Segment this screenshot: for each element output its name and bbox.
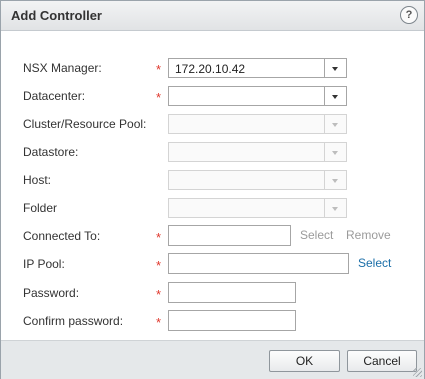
chevron-down-icon[interactable]: [324, 59, 346, 77]
ip-pool-label: IP Pool:: [23, 257, 65, 271]
add-controller-dialog: Add Controller ? NSX Manager: * 172.20.1…: [0, 0, 425, 379]
nsx-manager-value: 172.20.10.42: [175, 62, 246, 76]
password-field[interactable]: [168, 282, 296, 303]
chevron-down-icon: [324, 199, 346, 217]
help-icon[interactable]: ?: [400, 6, 418, 24]
required-marker: *: [156, 62, 162, 77]
datacenter-select[interactable]: [168, 86, 347, 106]
chevron-down-icon: [324, 115, 346, 133]
required-marker: *: [156, 90, 162, 105]
ok-button[interactable]: OK: [269, 350, 340, 372]
confirm-password-field[interactable]: [168, 310, 296, 331]
password-label: Password:: [23, 286, 80, 300]
dialog-title: Add Controller: [11, 8, 102, 23]
required-marker: *: [156, 258, 162, 273]
chevron-down-icon: [324, 171, 346, 189]
nsx-manager-select[interactable]: 172.20.10.42: [168, 58, 347, 78]
ip-pool-select-link[interactable]: Select: [358, 256, 391, 270]
datastore-select: [168, 142, 347, 162]
connected-to-field[interactable]: [168, 225, 291, 246]
cluster-resource-pool-label: Cluster/Resource Pool:: [23, 117, 147, 131]
resize-grip-icon[interactable]: [413, 368, 422, 377]
connected-to-select-link: Select: [300, 228, 334, 242]
nsx-manager-label: NSX Manager:: [23, 61, 102, 75]
host-select: [168, 170, 347, 190]
datastore-label: Datastore:: [23, 145, 79, 159]
required-marker: *: [156, 315, 162, 330]
required-marker: *: [156, 230, 162, 245]
dialog-footer: OK Cancel: [1, 340, 424, 379]
datacenter-label: Datacenter:: [23, 89, 86, 103]
dialog-titlebar: Add Controller ?: [1, 1, 424, 31]
required-marker: *: [156, 287, 162, 302]
folder-label: Folder: [23, 201, 58, 215]
connected-to-label: Connected To:: [23, 229, 101, 243]
chevron-down-icon[interactable]: [324, 87, 346, 105]
host-label: Host:: [23, 173, 52, 187]
cancel-button[interactable]: Cancel: [347, 350, 417, 372]
connected-to-remove-link: Remove: [346, 228, 391, 242]
cluster-resource-pool-select: [168, 114, 347, 134]
chevron-down-icon: [324, 143, 346, 161]
confirm-password-label: Confirm password:: [23, 314, 124, 328]
folder-select: [168, 198, 347, 218]
ip-pool-field[interactable]: [168, 253, 349, 274]
